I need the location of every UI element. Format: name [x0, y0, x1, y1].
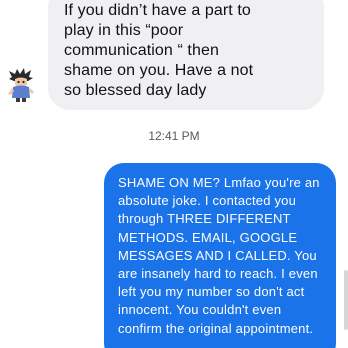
- scrollbar-thumb[interactable]: [344, 270, 348, 330]
- outgoing-message-line: METHODS. EMAIL, GOOGLE: [118, 229, 298, 245]
- message-timestamp: 12:41 PM: [148, 129, 200, 143]
- message-thread[interactable]: If you didn’t have a part to play in thi…: [0, 0, 348, 348]
- outgoing-message-line: absolute joke. I contacted you: [118, 193, 297, 209]
- outgoing-message-line: are insanely hard to reach. I even: [118, 266, 318, 282]
- outgoing-message-line: through THREE DIFFERENT: [118, 211, 291, 227]
- outgoing-message-line: confirm the original appointment.: [118, 320, 314, 336]
- incoming-message-line: shame on you. Have a not: [64, 62, 254, 79]
- outgoing-message-line: left you my number so don't act: [118, 284, 305, 300]
- incoming-message-bubble[interactable]: If you didn’t have a part to play in thi…: [48, 0, 324, 110]
- cartoon-avatar-icon[interactable]: [8, 68, 34, 102]
- incoming-message-line: If you didn’t have a part to: [64, 2, 251, 19]
- outgoing-message-line: MESSAGES AND I CALLED. You: [118, 247, 317, 263]
- outgoing-message-text: SHAME ON ME? Lmfao you're an absolute jo…: [118, 174, 326, 338]
- avatar-graphic: [8, 68, 34, 102]
- incoming-message-line: so blessed day lady: [64, 82, 207, 99]
- incoming-message-line: play in this “poor: [64, 22, 184, 39]
- incoming-message-text: If you didn’t have a part to play in thi…: [64, 1, 310, 101]
- outgoing-message-line: innocent. You couldn't even: [118, 302, 282, 318]
- incoming-message-line: communication “ then: [64, 42, 219, 59]
- outgoing-message-bubble[interactable]: SHAME ON ME? Lmfao you're an absolute jo…: [104, 163, 336, 348]
- outgoing-message-line: SHAME ON ME? Lmfao you're an: [118, 175, 320, 190]
